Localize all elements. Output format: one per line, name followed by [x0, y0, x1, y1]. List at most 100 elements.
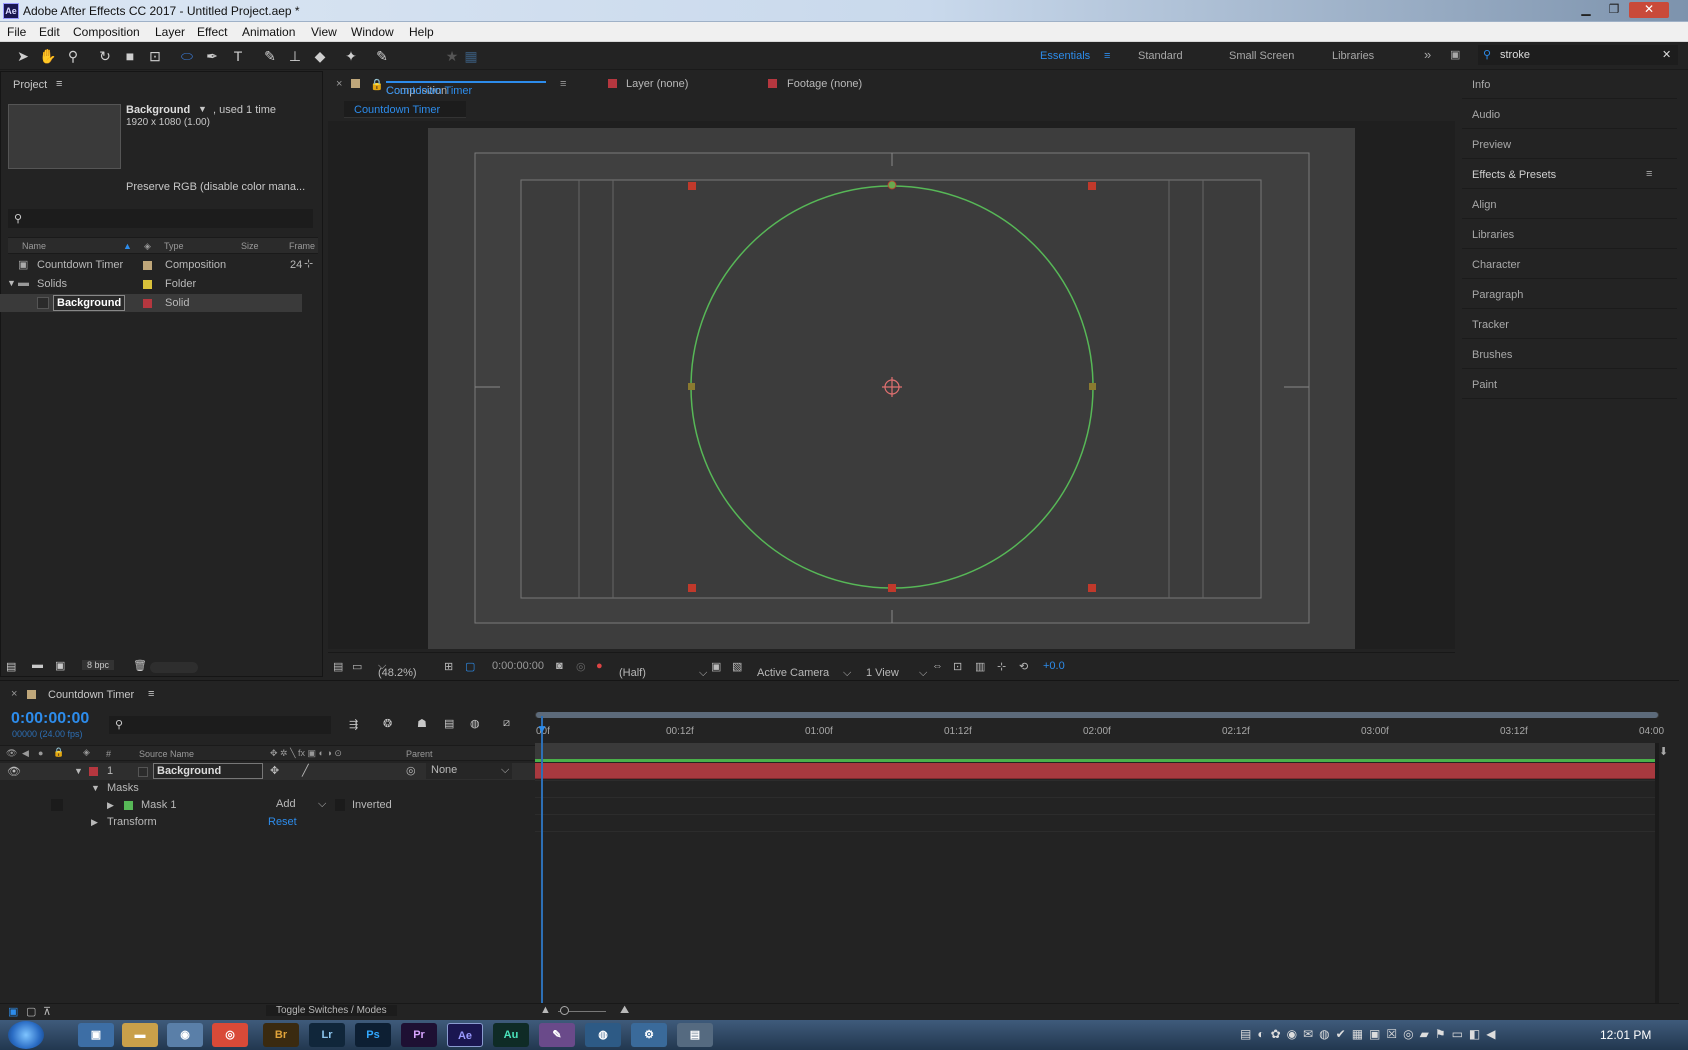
thumbnail-scroll[interactable]	[150, 662, 198, 673]
taskbar-app-icon[interactable]: ◉	[167, 1023, 203, 1047]
breadcrumb-comp[interactable]: Countdown Timer	[354, 104, 440, 116]
switches-icons[interactable]: ✥ ✲ ╲ fx ▣ ◐ ◑ ⊙	[270, 748, 342, 759]
taskbar-chrome-icon[interactable]: ◎	[212, 1023, 248, 1047]
shy-layers-icon[interactable]: ☗	[417, 717, 427, 730]
workspace-switch-icon[interactable]: ▣	[1450, 48, 1460, 61]
bit-depth-button[interactable]: 8 bpc	[82, 660, 115, 670]
panel-brushes[interactable]: Brushes	[1472, 349, 1512, 361]
tab-menu-icon[interactable]: ≡	[560, 78, 566, 90]
region-of-interest-icon[interactable]: ▣	[711, 660, 721, 673]
transparency-grid-icon[interactable]: ▧	[732, 660, 742, 673]
mask-lock-switch[interactable]	[51, 799, 63, 811]
layer-duration-bar[interactable]	[535, 763, 1655, 779]
menu-animation[interactable]: Animation	[242, 25, 295, 39]
quality-switch-icon[interactable]: ╱	[302, 764, 309, 777]
channel-icon[interactable]: ●	[596, 660, 603, 672]
close-timeline-tab-icon[interactable]: ×	[11, 688, 17, 700]
project-item-background[interactable]: Background Solid	[0, 294, 302, 312]
usage-dropdown-icon[interactable]: ▼	[198, 104, 207, 114]
interpret-footage-icon[interactable]: ▤	[6, 660, 16, 673]
composition-viewer[interactable]	[328, 121, 1455, 649]
panel-tracker[interactable]: Tracker	[1472, 319, 1509, 331]
timeline-menu-icon[interactable]: ≡	[148, 688, 154, 700]
taskbar-lightroom-icon[interactable]: Lr	[309, 1023, 345, 1047]
mask-name[interactable]: Mask 1	[141, 799, 176, 811]
eye-icon[interactable]: 👁	[7, 765, 21, 778]
label-color-swatch[interactable]	[143, 299, 152, 308]
selection-tool-icon[interactable]: ➤	[12, 45, 34, 67]
new-composition-icon[interactable]: ▣	[55, 659, 65, 672]
zoom-in-icon[interactable]: ⛰	[620, 1004, 629, 1017]
hand-tool-icon[interactable]: ✋	[37, 45, 59, 67]
panel-align[interactable]: Align	[1472, 199, 1496, 211]
puppet-pin-tool-icon[interactable]: ✎	[371, 45, 393, 67]
expand-layer-icon[interactable]: ▼	[74, 766, 83, 776]
label-column-icon[interactable]: ◈	[144, 241, 151, 252]
layer-row-background[interactable]: 👁 ▼ 1 Background ✥ ╱ ◎ None ⌵	[0, 763, 535, 780]
sort-ascending-icon[interactable]: ▲	[123, 241, 132, 251]
source-name-column[interactable]: Source Name	[139, 749, 194, 759]
label-column-icon[interactable]: ◈	[83, 747, 90, 758]
trash-icon[interactable]: 🗑	[133, 659, 147, 672]
breadcrumb[interactable]: Countdown Timer	[344, 101, 466, 118]
more-workspaces-icon[interactable]: »	[1424, 47, 1431, 62]
draft-3d-icon[interactable]: ❂	[383, 717, 392, 730]
project-item-countdown-timer[interactable]: ▣ Countdown Timer Composition 24 ⊹	[0, 256, 318, 274]
time-navigator[interactable]	[535, 743, 1655, 760]
mask-1-row[interactable]: ▶ Mask 1 Add ⌵ Inverted	[0, 797, 535, 814]
menu-layer[interactable]: Layer	[155, 25, 185, 39]
toggle-pixel-aspect-icon[interactable]: ⇔	[932, 660, 943, 672]
help-search-field[interactable]: ⚲ stroke ✕	[1478, 45, 1678, 65]
taskbar-folder-icon[interactable]: ▬	[122, 1023, 158, 1047]
monitor-icon[interactable]: ▭	[352, 660, 362, 673]
tab-footage[interactable]: Footage (none)	[787, 78, 862, 90]
column-size[interactable]: Size	[241, 241, 259, 251]
tab-layer[interactable]: Layer (none)	[626, 78, 688, 90]
in-out-toggle-icon[interactable]: ⊼	[43, 1005, 51, 1018]
panel-menu-icon[interactable]: ≡	[1646, 168, 1652, 180]
mask-color-swatch[interactable]	[124, 801, 133, 810]
workspace-menu-icon[interactable]: ≡	[1104, 50, 1110, 62]
work-area-range[interactable]	[536, 712, 1658, 718]
panel-libraries[interactable]: Libraries	[1472, 229, 1514, 241]
parent-dropdown[interactable]: None ⌵	[426, 763, 512, 779]
timeline-icon[interactable]: ▥	[975, 660, 985, 673]
expand-mask-icon[interactable]: ▶	[107, 800, 114, 811]
panel-character[interactable]: Character	[1472, 259, 1520, 271]
timeline-tab[interactable]: Countdown Timer	[48, 689, 134, 701]
pan-behind-tool-icon[interactable]: ⊡	[144, 45, 166, 67]
transform-reset-link[interactable]: Reset	[268, 816, 297, 828]
flowchart-icon[interactable]: ⊹	[304, 257, 313, 270]
column-frame[interactable]: Frame	[289, 241, 315, 251]
masks-group-row[interactable]: ▼ Masks	[0, 780, 535, 797]
exposure-value[interactable]: +0.0	[1043, 660, 1065, 672]
brush-tool-icon[interactable]: ✎	[259, 45, 281, 67]
minimize-button[interactable]: ▁	[1572, 2, 1600, 18]
frame-blending-icon[interactable]: ▤	[444, 717, 454, 730]
transform-row[interactable]: ▶ Transform Reset	[0, 814, 535, 831]
menu-file[interactable]: File	[7, 25, 26, 39]
mask-visibility-icon[interactable]: ▢	[465, 660, 475, 673]
taskbar-explorer-icon[interactable]: ▣	[78, 1023, 114, 1047]
playhead-icon[interactable]: ▼	[536, 722, 548, 736]
camera-tool-icon[interactable]: ■	[119, 45, 141, 67]
lock-switch-icon[interactable]: 🔒	[53, 747, 64, 758]
composition-mini-flowchart-icon[interactable]: ⇶	[349, 718, 358, 731]
taskbar-paint-icon[interactable]: ✎	[539, 1023, 575, 1047]
always-preview-icon[interactable]: ▤	[333, 660, 343, 673]
project-panel-title[interactable]: Project	[13, 79, 47, 91]
taskbar-bridge-icon[interactable]: Br	[263, 1023, 299, 1047]
menu-effect[interactable]: Effect	[197, 25, 227, 39]
parent-pickwhip-icon[interactable]: ◎	[406, 764, 416, 777]
maximize-button[interactable]: ❐	[1600, 2, 1628, 18]
taskbar-after-effects-icon[interactable]: Ae	[447, 1023, 483, 1047]
zoom-slider-handle[interactable]	[560, 1006, 569, 1015]
column-name[interactable]: Name	[22, 241, 46, 251]
taskbar-audition-icon[interactable]: Au	[493, 1023, 529, 1047]
shy-switch-icon[interactable]: ✥	[270, 764, 279, 777]
close-button[interactable]: ✕	[1629, 2, 1669, 18]
current-time[interactable]: 0:00:00:00	[492, 660, 544, 672]
graph-editor-icon[interactable]: ⧄	[503, 717, 510, 730]
taskbar-network-app-icon[interactable]: ⚙	[631, 1023, 667, 1047]
mask-mode-dropdown[interactable]: Add ⌵	[270, 797, 330, 813]
